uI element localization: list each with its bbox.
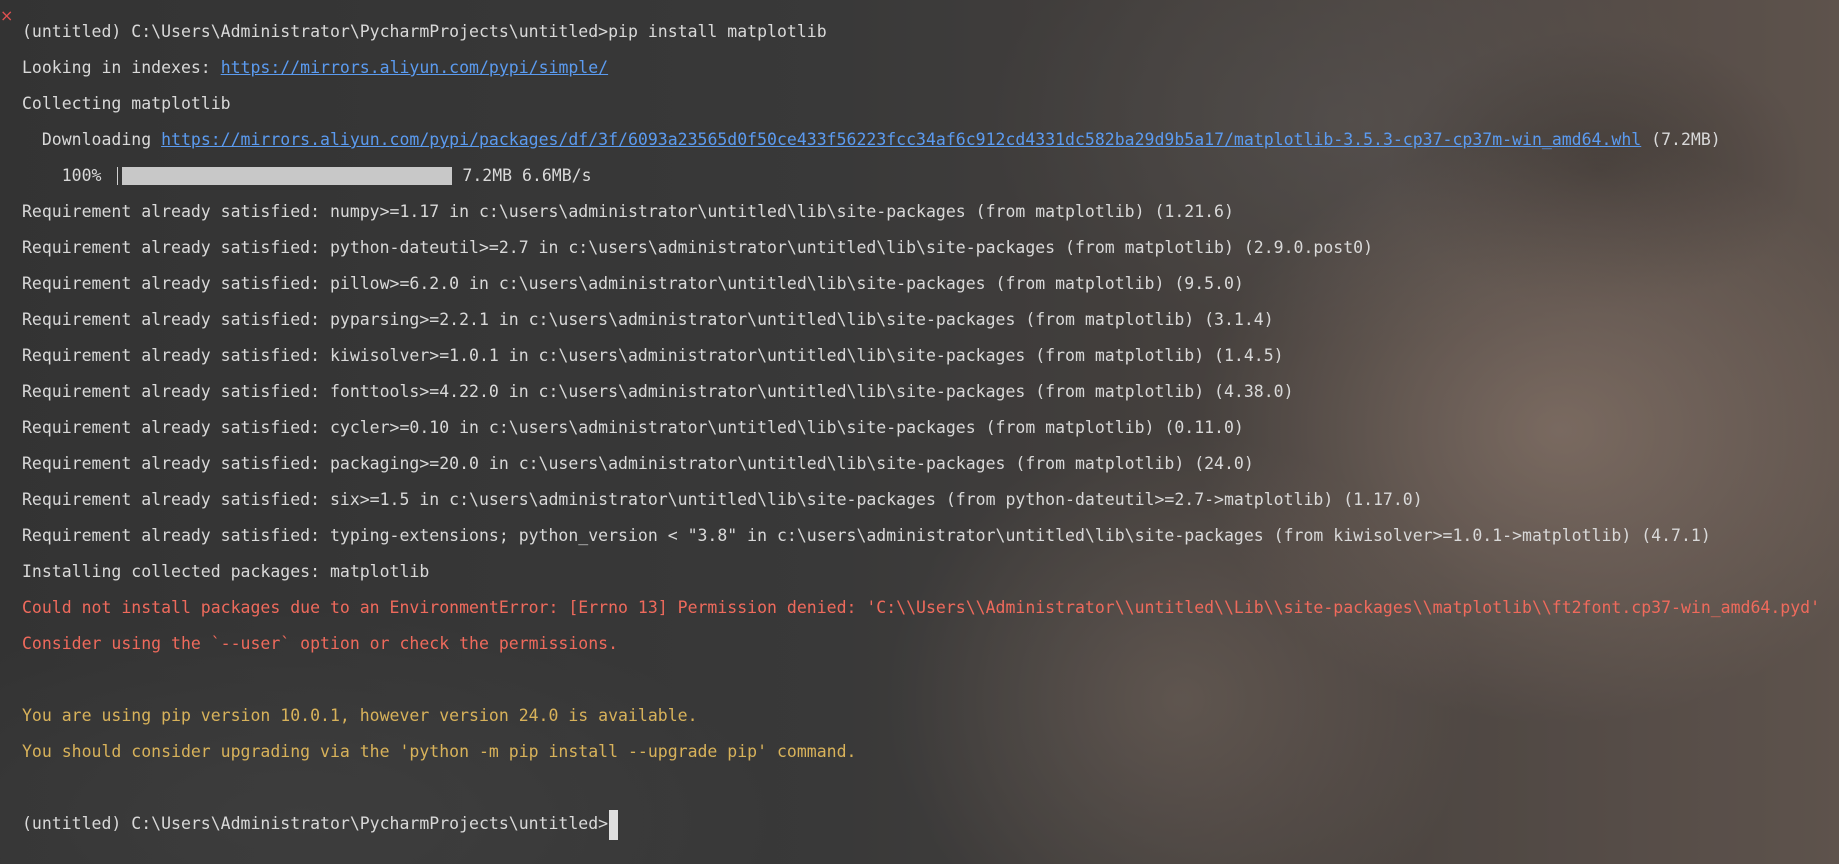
prompt-line[interactable]: (untitled) C:\Users\Administrator\Pychar… [22, 806, 1839, 842]
progress-stats: 7.2MB 6.6MB/s [462, 166, 592, 185]
downloading-line: Downloading https://mirrors.aliyun.com/p… [22, 122, 1839, 158]
collecting-line: Collecting matplotlib [22, 94, 231, 113]
error-hint-line: Consider using the `--user` option or ch… [22, 634, 619, 653]
requirement-line: Requirement already satisfied: fonttools… [22, 382, 1294, 401]
requirement-line: Requirement already satisfied: six>=1.5 … [22, 490, 1423, 509]
progress-bar-left-edge [117, 167, 119, 185]
progress-bar [122, 167, 453, 185]
index-url-line: Looking in indexes: https://mirrors.aliy… [22, 50, 1839, 86]
requirement-line: Requirement already satisfied: pyparsing… [22, 310, 1274, 329]
requirement-line: Requirement already satisfied: python-da… [22, 238, 1374, 257]
prompt-text: (untitled) C:\Users\Administrator\Pychar… [22, 814, 609, 833]
requirement-line: Requirement already satisfied: kiwisolve… [22, 346, 1284, 365]
download-size: (7.2MB) [1641, 130, 1721, 149]
terminal-output[interactable]: (untitled) C:\Users\Administrator\Pychar… [22, 14, 1839, 842]
package-download-link[interactable]: https://mirrors.aliyun.com/pypi/packages… [161, 130, 1641, 149]
progress-percent: 100% [22, 166, 112, 185]
index-label: Looking in indexes: [22, 58, 221, 77]
index-url-link[interactable]: https://mirrors.aliyun.com/pypi/simple/ [221, 58, 608, 77]
text-cursor [609, 809, 619, 840]
progress-line: 100% 7.2MB 6.6MB/s [22, 158, 1839, 194]
progress-bar-fill [122, 167, 453, 185]
downloading-label: Downloading [22, 130, 162, 149]
pip-version-warning-line: You are using pip version 10.0.1, howeve… [22, 706, 698, 725]
requirement-line: Requirement already satisfied: typing-ex… [22, 526, 1711, 545]
requirement-line: Requirement already satisfied: numpy>=1.… [22, 202, 1234, 221]
installing-line: Installing collected packages: matplotli… [22, 562, 430, 581]
pip-upgrade-hint-line: You should consider upgrading via the 'p… [22, 742, 857, 761]
requirement-line: Requirement already satisfied: cycler>=0… [22, 418, 1244, 437]
close-icon[interactable]: × [0, 8, 13, 24]
requirement-line: Requirement already satisfied: packaging… [22, 454, 1254, 473]
requirement-line: Requirement already satisfied: pillow>=6… [22, 274, 1244, 293]
error-message-line: Could not install packages due to an Env… [22, 598, 1821, 617]
prompt-command-line: (untitled) C:\Users\Administrator\Pychar… [22, 22, 827, 41]
